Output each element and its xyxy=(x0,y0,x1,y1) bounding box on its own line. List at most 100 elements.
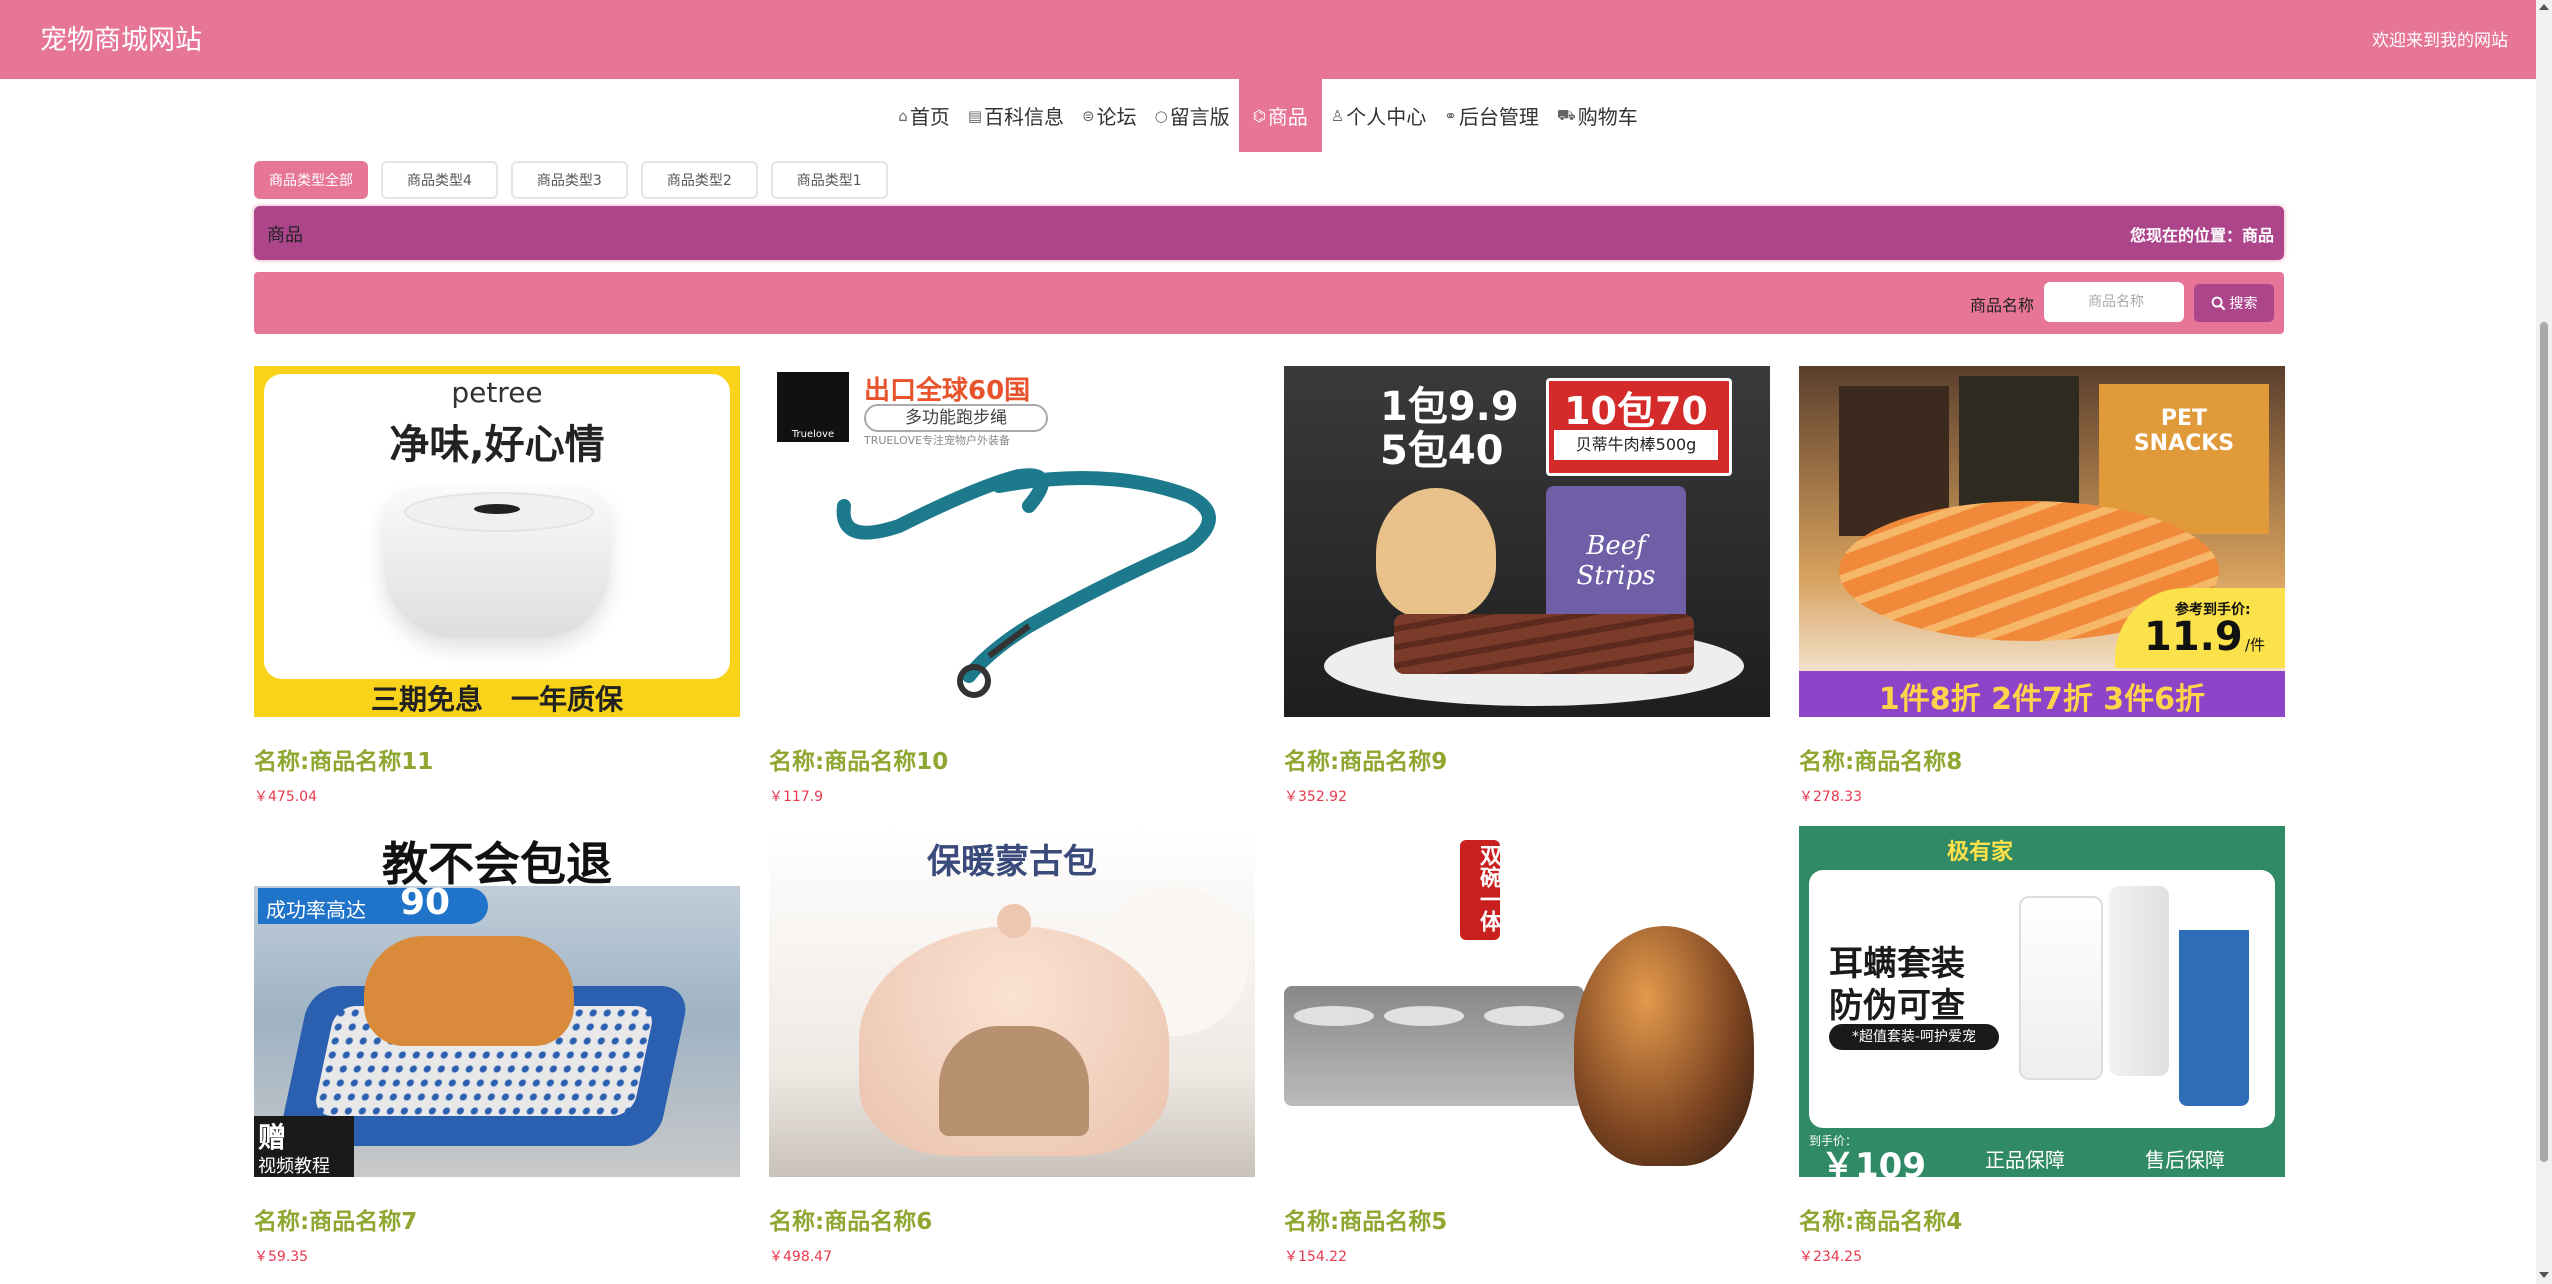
user-icon: ♙ xyxy=(1330,106,1345,125)
nav-item-goods[interactable]: ⌬ 商品 xyxy=(1238,79,1322,152)
image-footer-text: 1件8折 2件7折 3件6折 xyxy=(1878,682,2206,717)
nav-label: 留言版 xyxy=(1169,105,1230,129)
image-price-text: ￥109 xyxy=(1821,1146,1926,1177)
product-card[interactable]: 极有家 耳螨套装 防伪可查 *超值套装-呵护爱宠 到手价： ￥109 正品保障 … xyxy=(1799,826,2285,1265)
nav-label: 首页 xyxy=(909,105,950,129)
product-price: ￥352.92 xyxy=(1284,789,1347,805)
image-headline-text: 保暖蒙古包 xyxy=(927,842,1097,882)
nav-item-cart[interactable]: ⛟ 购物车 xyxy=(1548,79,1647,152)
product-image[interactable]: 教不会包退 成功率高达 90 赠 视频教程 xyxy=(254,826,740,1177)
product-name[interactable]: 名称:商品名称8 xyxy=(1799,742,1962,776)
product-price: ￥59.35 xyxy=(254,1249,309,1265)
product-card[interactable]: 双碗一体 名称:商品名称5 ￥154.22 xyxy=(1284,826,1770,1265)
image-brand-text: 极有家 xyxy=(1947,840,2014,865)
image-headline2-text: 防伪可查 xyxy=(1829,986,1965,1026)
product-card[interactable]: 1包9.9 5包40 10包70 贝蒂牛肉棒500g Beef Strips 名… xyxy=(1284,366,1770,805)
nav-label: 购物车 xyxy=(1577,105,1638,129)
nav-label: 个人中心 xyxy=(1346,105,1427,129)
image-brand-text: petree xyxy=(451,376,543,409)
product-price: ￥278.33 xyxy=(1799,789,1862,805)
nav-label: 百科信息 xyxy=(984,105,1065,129)
image-badge1-text: 正品保障 xyxy=(1985,1148,2065,1172)
product-name[interactable]: 名称:商品名称9 xyxy=(1284,742,1447,776)
image-sub-text: 成功率高达 xyxy=(266,898,366,922)
image-price-text: 11.9 xyxy=(2144,614,2243,660)
product-name[interactable]: 名称:商品名称10 xyxy=(769,742,948,776)
search-input[interactable] xyxy=(2044,282,2184,322)
site-title[interactable]: 宠物商城网站 xyxy=(40,18,202,57)
image-badge2-text: 售后保障 xyxy=(2145,1148,2225,1172)
nav-item-encyclopedia[interactable]: ▤ 百科信息 xyxy=(959,79,1073,152)
nav-item-admin[interactable]: ⚭ 后台管理 xyxy=(1435,79,1548,152)
product-name[interactable]: 名称:商品名称5 xyxy=(1284,1202,1447,1236)
product-price: ￥154.22 xyxy=(1284,1249,1347,1265)
product-image[interactable]: 保暖蒙古包 xyxy=(769,826,1255,1177)
search-bar: 商品名称 搜索 xyxy=(254,272,2284,334)
page-title: 商品 xyxy=(267,225,303,246)
product-image[interactable]: 双碗一体 xyxy=(1284,826,1770,1177)
product-name[interactable]: 名称:商品名称7 xyxy=(254,1202,417,1236)
image-headline-text: 净味,好心情 xyxy=(389,422,605,468)
product-price: ￥498.47 xyxy=(769,1249,832,1265)
nav-item-home[interactable]: ⌂ 首页 xyxy=(889,79,959,152)
product-image[interactable]: 极有家 耳螨套装 防伪可查 *超值套装-呵护爱宠 到手价： ￥109 正品保障 … xyxy=(1799,826,2285,1177)
image-badge-sub-text: 贝蒂牛肉棒500g xyxy=(1554,430,1718,460)
product-card[interactable]: 教不会包退 成功率高达 90 赠 视频教程 名称:商品名称7 ￥59.35 xyxy=(254,826,740,1265)
image-percent-text: 90 xyxy=(400,882,451,923)
main-nav: ⌂ 首页 ▤ 百科信息 ⊜ 论坛 ○ 留言版 ⌬ 商品 ♙ 个人中心 ⚭ 后台管… xyxy=(0,79,2536,152)
scrollbar-thumb[interactable] xyxy=(2540,322,2548,1162)
product-image[interactable]: 1包9.9 5包40 10包70 贝蒂牛肉棒500g Beef Strips xyxy=(1284,366,1770,717)
message-icon: ○ xyxy=(1154,106,1168,125)
cart-icon: ⛟ xyxy=(1556,105,1576,124)
top-header: 宠物商城网站 欢迎来到我的网站 xyxy=(0,0,2536,79)
document-icon: ▤ xyxy=(967,106,983,125)
nav-item-messages[interactable]: ○ 留言版 xyxy=(1146,79,1239,152)
product-card[interactable]: 保暖蒙古包 名称:商品名称6 ￥498.47 xyxy=(769,826,1255,1265)
image-footer-text: 三期免息 一年质保 xyxy=(370,683,623,716)
search-button-label: 搜索 xyxy=(2229,296,2258,312)
product-price: ￥234.25 xyxy=(1799,1249,1862,1265)
product-image[interactable]: Truelove 出口全球60国 多功能跑步绳 TRUELOVE专注宠物户外装备 xyxy=(769,366,1255,717)
nav-label: 后台管理 xyxy=(1458,105,1539,129)
image-sub-text: *超值套装-呵护爱宠 xyxy=(1829,1024,1999,1050)
product-card[interactable]: petree 净味,好心情 三期免息 一年质保 名称:商品名称11 ￥475.0… xyxy=(254,366,740,805)
product-card[interactable]: Truelove 出口全球60国 多功能跑步绳 TRUELOVE专注宠物户外装备… xyxy=(769,366,1255,805)
image-line2-text: 5包40 xyxy=(1380,428,1504,474)
category-tab-3[interactable]: 商品类型3 xyxy=(510,161,628,199)
breadcrumb-location: 您现在的位置：商品 xyxy=(2129,226,2274,245)
image-headline-text: 出口全球60国 xyxy=(864,376,1031,406)
search-label: 商品名称 xyxy=(1970,296,2035,315)
product-image[interactable]: petree 净味,好心情 三期免息 一年质保 xyxy=(254,366,740,717)
home-icon: ⌂ xyxy=(898,106,908,125)
scroll-up-arrow-icon[interactable] xyxy=(2539,4,2549,10)
nav-label: 论坛 xyxy=(1096,105,1137,129)
search-button[interactable]: 搜索 xyxy=(2194,284,2274,322)
product-image[interactable]: PET SNACKS 参考到手价: 11.9 /件 1件8折 2件7折 3件6折 xyxy=(1799,366,2285,717)
search-icon xyxy=(2211,296,2225,310)
category-tab-2[interactable]: 商品类型2 xyxy=(640,161,758,199)
product-price: ￥475.04 xyxy=(254,789,317,805)
category-tabs: 商品类型全部 商品类型4 商品类型3 商品类型2 商品类型1 xyxy=(254,161,888,199)
link-icon: ⚭ xyxy=(1444,106,1457,125)
nav-item-profile[interactable]: ♙ 个人中心 xyxy=(1322,79,1435,152)
nav-label: 商品 xyxy=(1267,105,1308,129)
image-headline-text: 教不会包退 xyxy=(382,837,612,891)
scroll-down-arrow-icon[interactable] xyxy=(2539,1272,2549,1278)
image-gift-sub-text: 视频教程 xyxy=(258,1156,330,1177)
category-tab-all[interactable]: 商品类型全部 xyxy=(254,161,368,199)
product-card[interactable]: PET SNACKS 参考到手价: 11.9 /件 1件8折 2件7折 3件6折… xyxy=(1799,366,2285,805)
product-name[interactable]: 名称:商品名称6 xyxy=(769,1202,932,1236)
image-gift-text: 赠 xyxy=(258,1121,287,1154)
image-pack-text: Beef Strips xyxy=(1576,531,1656,591)
image-badge-text: 10包70 xyxy=(1564,389,1708,433)
image-pack-text: PET SNACKS xyxy=(2133,406,2235,456)
product-name[interactable]: 名称:商品名称11 xyxy=(254,742,433,776)
image-seal-text: 双碗一体 xyxy=(1476,844,1501,932)
nav-item-forum[interactable]: ⊜ 论坛 xyxy=(1073,79,1146,152)
product-name[interactable]: 名称:商品名称4 xyxy=(1799,1202,1962,1236)
breadcrumb: 商品 您现在的位置：商品 xyxy=(254,206,2284,260)
forum-icon: ⊜ xyxy=(1082,106,1095,125)
image-unit-text: /件 xyxy=(2245,636,2266,654)
category-tab-1[interactable]: 商品类型1 xyxy=(770,161,888,199)
category-tab-4[interactable]: 商品类型4 xyxy=(381,161,498,199)
